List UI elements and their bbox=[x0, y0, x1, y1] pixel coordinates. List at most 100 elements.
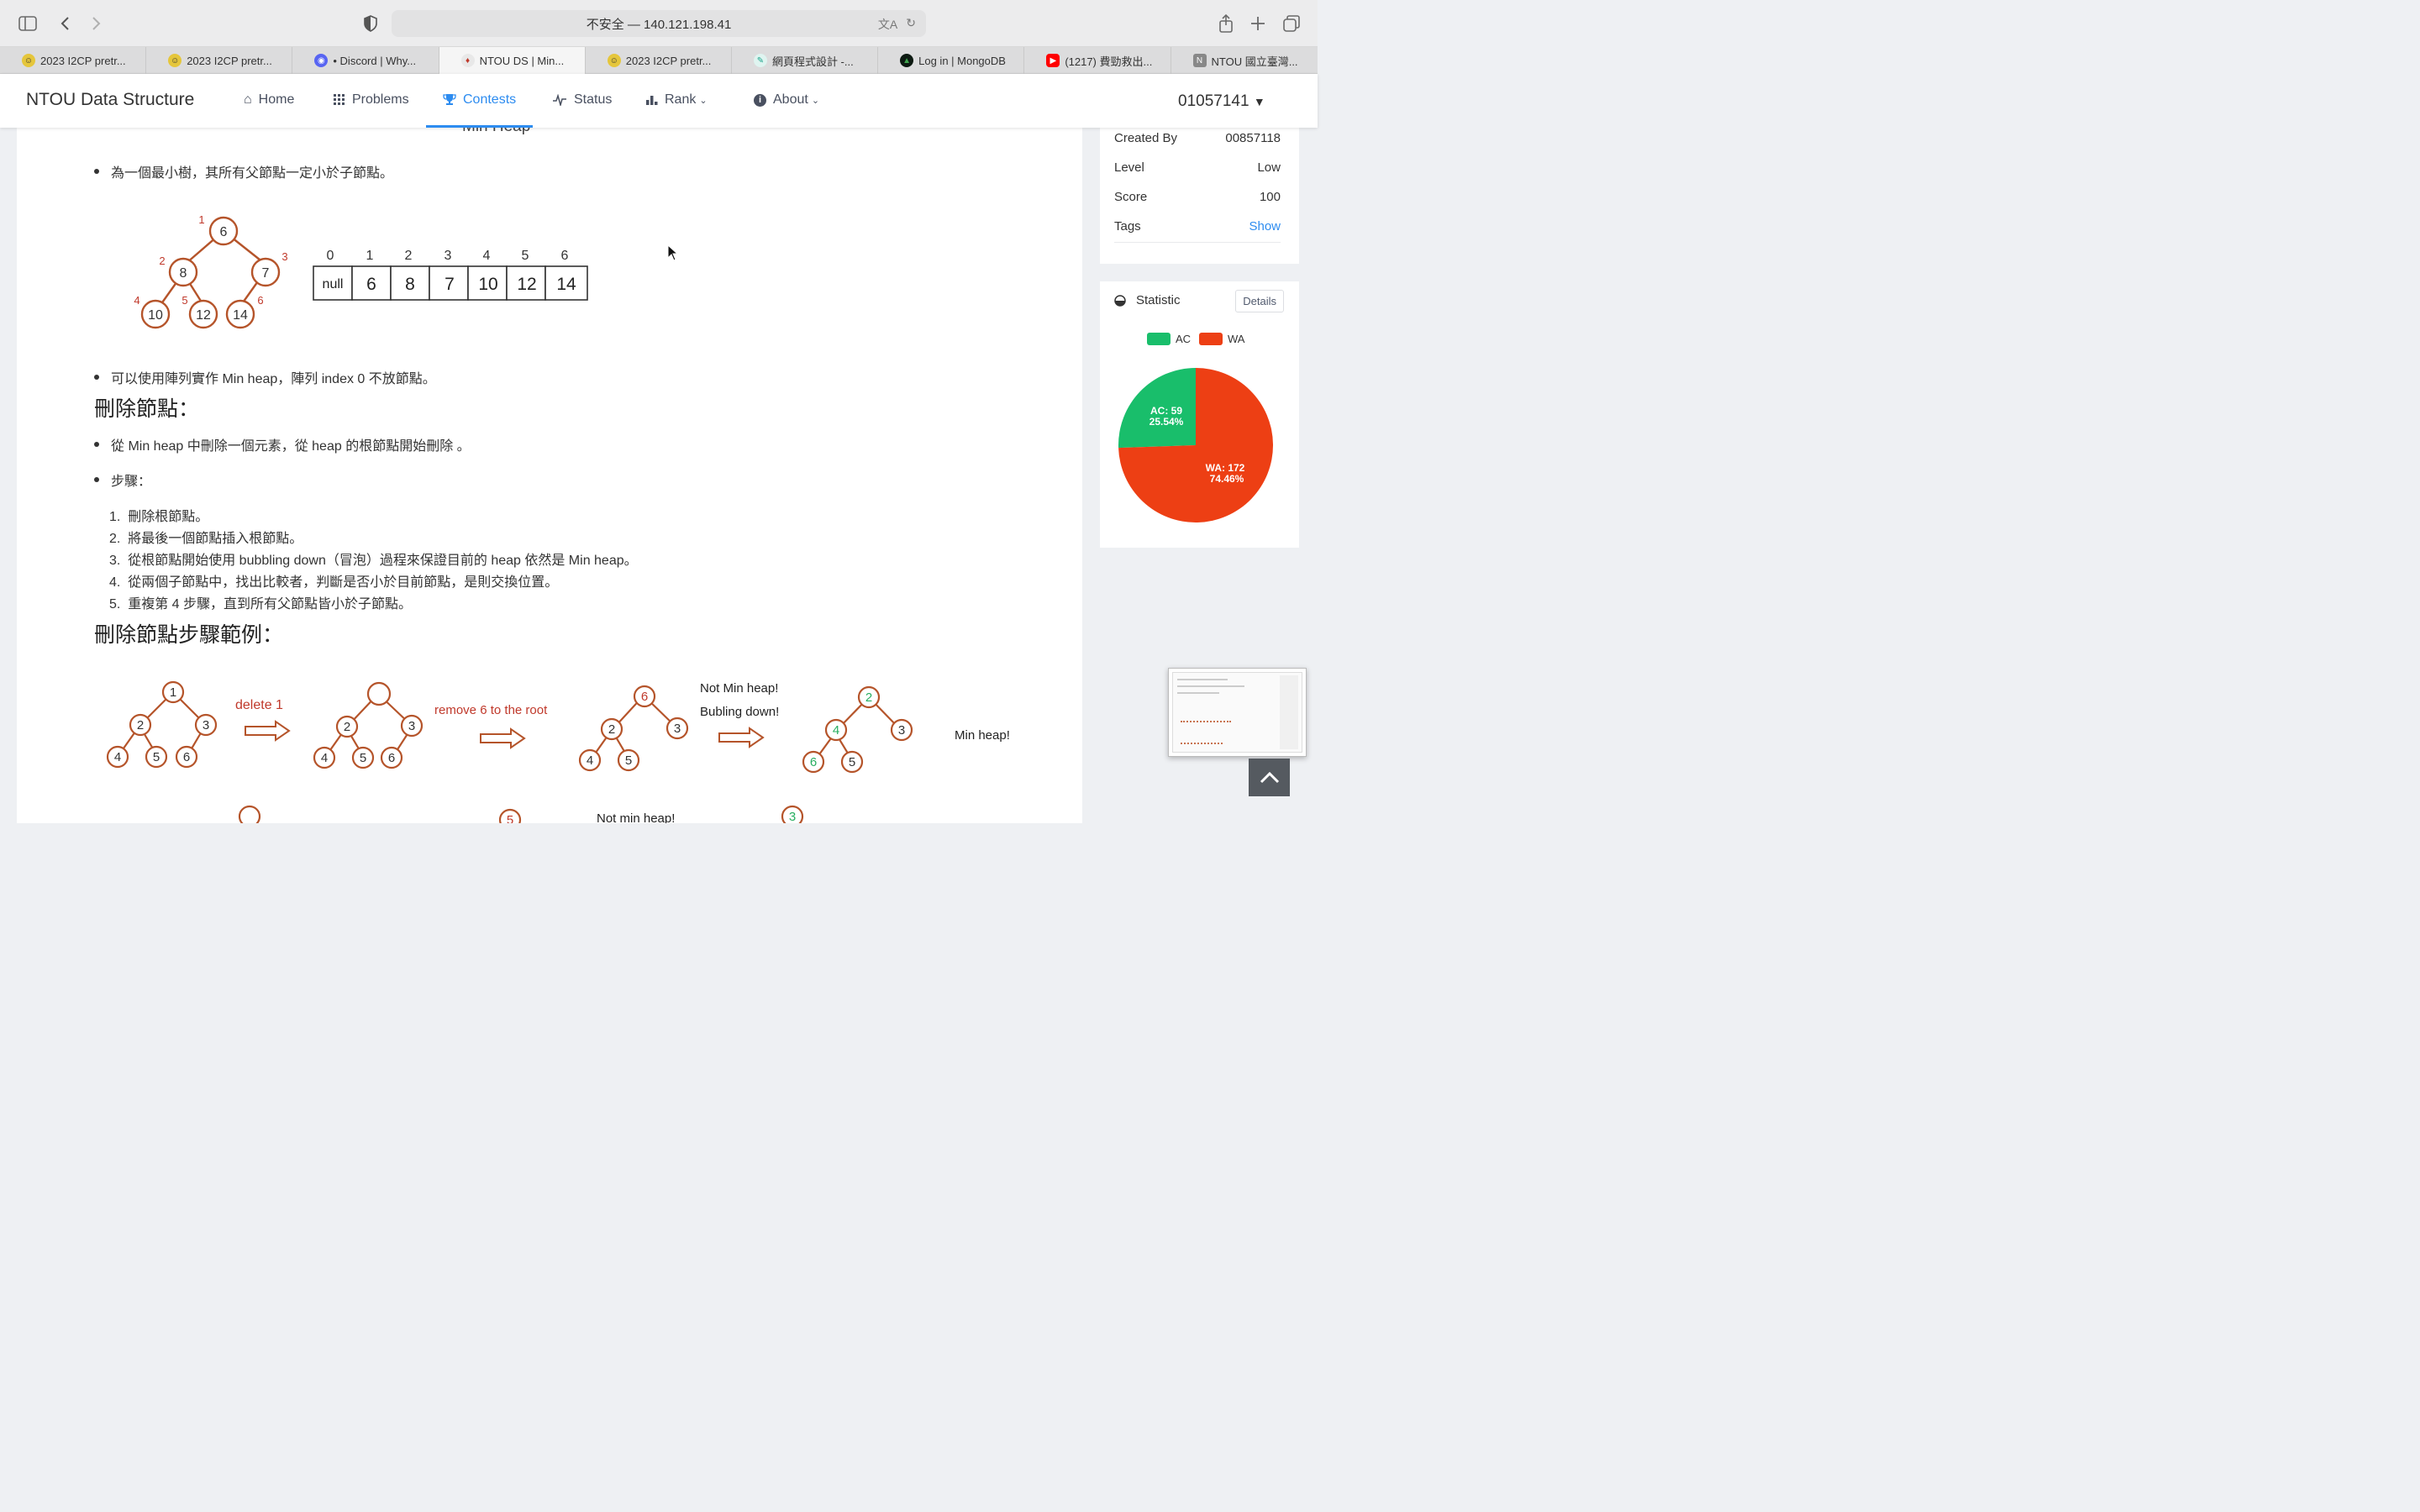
grid-icon bbox=[334, 94, 345, 105]
legend-swatch-ac bbox=[1147, 333, 1171, 345]
browser-toolbar: 不安全 — 140.121.198.41 文A ↻ bbox=[0, 0, 1318, 47]
screenshot-thumbnail[interactable] bbox=[1168, 668, 1307, 757]
back-to-top-button[interactable] bbox=[1249, 759, 1290, 796]
tree-node-label: 14 bbox=[233, 308, 248, 323]
info-value: 100 bbox=[1259, 190, 1281, 204]
info-row-score: Score 100 bbox=[1114, 190, 1281, 204]
arrow-icon bbox=[480, 728, 525, 748]
brand-title[interactable]: NTOU Data Structure bbox=[26, 90, 194, 110]
balloon-icon: ♦ bbox=[460, 54, 475, 67]
tab-label: • Discord | Why... bbox=[333, 54, 417, 67]
emoji-icon: ☺ bbox=[168, 54, 182, 67]
browser-tab[interactable]: ▲ Log in | MongoDB bbox=[878, 47, 1025, 74]
legend-label-wa: WA bbox=[1228, 333, 1245, 345]
diagram-label: remove bbox=[434, 703, 476, 717]
array-cell-value: 8 bbox=[405, 275, 415, 294]
tab-label: 網頁程式設計 -... bbox=[771, 55, 854, 68]
diagram-label: to the root bbox=[491, 703, 548, 717]
browser-tab-active[interactable]: ♦ NTOU DS | Min... bbox=[439, 47, 586, 74]
info-label: Level bbox=[1114, 160, 1144, 175]
nav-rank[interactable]: Rank ⌄ bbox=[646, 92, 708, 108]
array-cell-value: 6 bbox=[366, 275, 376, 294]
arrow-icon bbox=[245, 721, 290, 741]
chevron-up-icon bbox=[1260, 771, 1279, 783]
browser-tab[interactable]: ☺ 2023 I2CP pretr... bbox=[0, 47, 147, 74]
nav-about[interactable]: i About ⌄ bbox=[754, 92, 819, 108]
array-cell-value: null bbox=[323, 277, 344, 291]
tree-node-label: 4 bbox=[321, 751, 328, 765]
diagram-label: delete bbox=[235, 698, 272, 712]
divider bbox=[1114, 242, 1281, 243]
nav-about-label: About bbox=[773, 92, 808, 107]
step-item: 4. 從兩個子節點中，找出比較者，判斷是否小於目前節點，是則交換位置。 bbox=[109, 575, 559, 590]
pen-icon: ✎ bbox=[753, 54, 767, 67]
show-tags-link[interactable]: Show bbox=[1249, 219, 1281, 234]
tree-index-label: 3 bbox=[281, 250, 287, 263]
tree-node-label: 5 bbox=[360, 751, 366, 765]
legend-swatch-wa bbox=[1199, 333, 1223, 345]
diagram-label: Min heap! bbox=[955, 728, 1010, 743]
browser-tab[interactable]: N NTOU 國立臺灣... bbox=[1171, 47, 1318, 74]
pie-chart-icon bbox=[1114, 294, 1126, 307]
array-cell-value: 10 bbox=[478, 275, 497, 294]
arrow-icon bbox=[718, 727, 764, 748]
svg-text:delete 1: delete 1 bbox=[235, 698, 283, 712]
share-icon[interactable] bbox=[1214, 12, 1238, 35]
nav-rank-label: Rank bbox=[665, 92, 697, 107]
array-index-label: 1 bbox=[366, 249, 374, 263]
tree-node-label: 4 bbox=[833, 723, 839, 738]
list-item: 從 Min heap 中刪除一個元素，從 heap 的根節點開始刪除 。 bbox=[94, 434, 471, 454]
tree-node-label: 2 bbox=[608, 722, 615, 737]
info-icon: i bbox=[754, 93, 766, 107]
browser-tab[interactable]: ✎ 網頁程式設計 -... bbox=[732, 47, 879, 74]
tab-label: Log in | MongoDB bbox=[918, 54, 1006, 67]
pulse-icon bbox=[553, 94, 566, 106]
browser-tab[interactable]: ▶ (1217) 費勁救出... bbox=[1024, 47, 1171, 74]
pie-label-wa: WA: 172 bbox=[1206, 462, 1245, 474]
diagram-label: Bubling down! bbox=[700, 705, 779, 719]
url-text: 不安全 — 140.121.198.41 bbox=[586, 17, 732, 32]
tab-bar: ☺ 2023 I2CP pretr... ☺ 2023 I2CP pretr..… bbox=[0, 47, 1318, 74]
array-index-label: 3 bbox=[445, 249, 452, 263]
address-bar[interactable]: 不安全 — 140.121.198.41 文A ↻ bbox=[392, 10, 926, 37]
tree-node-label: 7 bbox=[262, 266, 270, 281]
nav-status-label: Status bbox=[574, 92, 613, 107]
cut-heading: Min Heap bbox=[462, 128, 530, 136]
list-item: 步驟： bbox=[94, 470, 151, 490]
youtube-icon: ▶ bbox=[1046, 54, 1060, 67]
nav-home[interactable]: ⌂ Home bbox=[244, 92, 294, 108]
nav-problems[interactable]: Problems bbox=[334, 92, 409, 108]
mongodb-icon: ▲ bbox=[900, 54, 914, 67]
tree-index-label: 1 bbox=[198, 213, 204, 226]
tree-index-label: 5 bbox=[182, 294, 187, 307]
tab-label: NTOU DS | Min... bbox=[479, 54, 565, 67]
tree-node-label: 2 bbox=[344, 720, 350, 734]
browser-tab[interactable]: ◉ • Discord | Why... bbox=[292, 47, 439, 74]
sidebar-toggle-icon[interactable] bbox=[16, 12, 39, 35]
info-row-level: Level Low bbox=[1114, 160, 1281, 175]
list-item: 可以使用陣列實作 Min heap，陣列 index 0 不放節點。 bbox=[94, 367, 436, 387]
tab-label: (1217) 費勁救出... bbox=[1065, 55, 1153, 68]
nav-contests[interactable]: Contests bbox=[443, 92, 516, 108]
tab-overview-icon[interactable] bbox=[1280, 12, 1303, 35]
info-label: Tags bbox=[1114, 219, 1141, 234]
pie-label-ac-percent: 25.54% bbox=[1150, 416, 1184, 428]
discord-icon: ◉ bbox=[314, 54, 329, 67]
reload-icon[interactable]: ↻ bbox=[906, 16, 916, 33]
nav-status[interactable]: Status bbox=[552, 92, 612, 108]
back-icon[interactable] bbox=[53, 12, 76, 35]
user-menu[interactable]: 01057141 ▼ bbox=[1178, 92, 1265, 111]
app-navbar: NTOU Data Structure ⌂ Home Problems Cont… bbox=[0, 74, 1318, 128]
tab-label: 2023 I2CP pretr... bbox=[187, 54, 272, 67]
privacy-shield-icon[interactable] bbox=[359, 12, 382, 35]
tab-label: 2023 I2CP pretr... bbox=[625, 54, 712, 67]
new-tab-icon[interactable] bbox=[1246, 12, 1270, 35]
details-button[interactable]: Details bbox=[1235, 290, 1284, 312]
forward-icon[interactable] bbox=[85, 12, 108, 35]
array-index-label: 2 bbox=[405, 249, 413, 263]
translate-icon[interactable]: 文A bbox=[878, 16, 897, 33]
browser-tab[interactable]: ☺ 2023 I2CP pretr... bbox=[586, 47, 732, 74]
section-heading: 刪除節點： bbox=[94, 397, 200, 421]
tree-node-label: 12 bbox=[196, 308, 211, 323]
browser-tab[interactable]: ☺ 2023 I2CP pretr... bbox=[146, 47, 293, 74]
